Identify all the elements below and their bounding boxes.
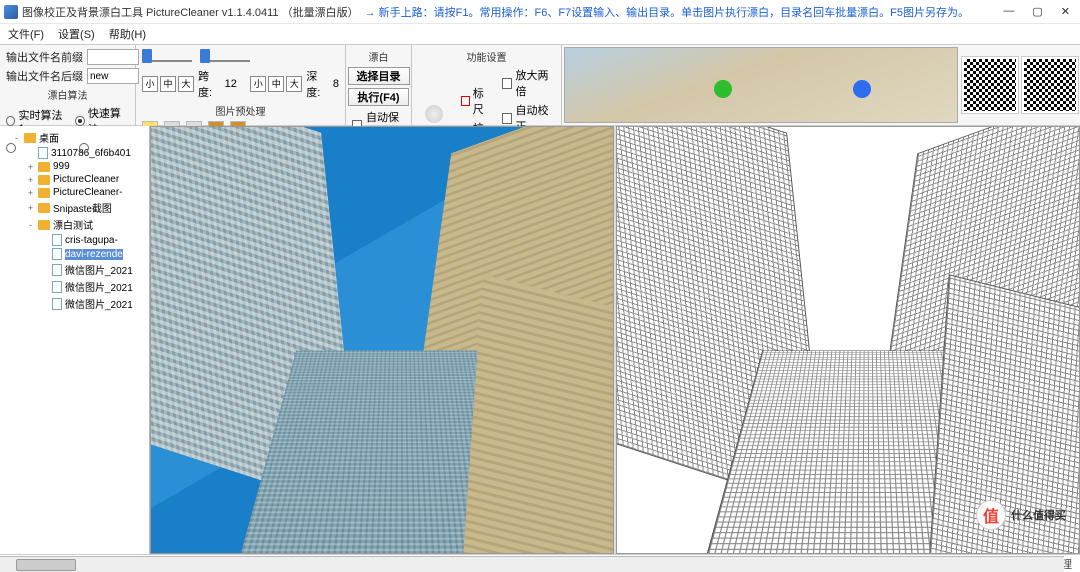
file-tree[interactable]: -桌面 3110786_6f6b401 +999 +PictureCleaner…: [0, 126, 150, 554]
tree-item-selected[interactable]: davi-rezende: [65, 249, 123, 260]
workspace: -桌面 3110786_6f6b401 +999 +PictureCleaner…: [0, 126, 1080, 554]
suffix-input[interactable]: [87, 68, 139, 84]
zoom2x-checkbox[interactable]: [502, 78, 512, 89]
qq-share-icon[interactable]: [853, 80, 871, 98]
title-bar: 图像校正及背景漂白工具 PictureCleaner v1.1.4.0411 （…: [0, 0, 1080, 24]
menu-settings[interactable]: 设置(S): [58, 26, 95, 42]
depth-size-buttons: 小 中 大: [250, 76, 302, 92]
window-controls: — ▢ ✕: [1003, 5, 1076, 18]
autocal-checkbox[interactable]: [502, 113, 512, 124]
tree-item[interactable]: 3110786_6f6b401: [51, 148, 131, 159]
menu-bar: 文件(F) 设置(S) 帮助(H): [0, 24, 1080, 44]
wechat-share-icon[interactable]: [714, 80, 732, 98]
app-icon: [4, 5, 18, 19]
bleach-panel: 漂白 选择目录 执行(F4) 自动保存: [346, 45, 412, 125]
colorlamp-icon[interactable]: [425, 105, 443, 123]
depth-small[interactable]: 小: [250, 76, 266, 92]
tree-item[interactable]: 微信图片_2021: [65, 262, 133, 277]
qr-code-1: [962, 57, 1018, 113]
minimize-button[interactable]: —: [1003, 5, 1014, 18]
close-button[interactable]: ✕: [1061, 5, 1070, 18]
preprocess-group-label: 图片预处理: [142, 103, 339, 118]
menu-file[interactable]: 文件(F): [8, 26, 44, 42]
tree-item[interactable]: 微信图片_2021: [65, 296, 133, 311]
menu-help[interactable]: 帮助(H): [109, 26, 146, 42]
tree-item[interactable]: PictureCleaner-: [53, 187, 122, 198]
suffix-label: 输出文件名后缀: [6, 68, 83, 84]
original-pane[interactable]: [150, 126, 614, 554]
ruler-icon: [461, 96, 470, 106]
ruler-label[interactable]: 标尺: [473, 85, 493, 117]
window-title: 图像校正及背景漂白工具 PictureCleaner v1.1.4.0411 （…: [22, 4, 359, 20]
span-slider[interactable]: [142, 49, 192, 65]
horizontal-scrollbar[interactable]: [0, 556, 1064, 572]
output-name-panel: 输出文件名前缀 输出文件名后缀 漂白算法 实时算法1 快速算法 实时算法2 禁用: [0, 45, 136, 125]
function-header: 功能设置: [418, 49, 555, 64]
watermark-text: 什么值得买: [1011, 507, 1066, 523]
span-small[interactable]: 小: [142, 76, 158, 92]
tree-item[interactable]: 漂白测试: [53, 217, 93, 232]
depth-slider[interactable]: [200, 49, 250, 65]
preview-thumb[interactable]: [564, 47, 958, 123]
span-value: 12: [225, 78, 237, 90]
span-mid[interactable]: 中: [160, 76, 176, 92]
select-dir-button[interactable]: 选择目录: [348, 67, 410, 85]
prefix-label: 输出文件名前缀: [6, 49, 83, 65]
tree-item[interactable]: 微信图片_2021: [65, 279, 133, 294]
maximize-button[interactable]: ▢: [1032, 5, 1042, 18]
span-label: 跨度:: [198, 68, 221, 100]
depth-value: 8: [333, 78, 339, 90]
tree-root[interactable]: 桌面: [39, 130, 59, 145]
processed-pane[interactable]: [616, 126, 1080, 554]
span-large[interactable]: 大: [178, 76, 194, 92]
algo-group-label: 漂白算法: [6, 87, 129, 102]
tree-item[interactable]: 999: [53, 161, 70, 172]
watermark-icon: 值: [976, 500, 1006, 530]
tree-item[interactable]: Snipaste截图: [53, 200, 112, 215]
depth-large[interactable]: 大: [286, 76, 302, 92]
depth-label: 深度:: [306, 68, 329, 100]
size-panel: 小 中 大 跨度:12 小 中 大 深度:8 图片预处理 预处理仅在加载图片时生…: [136, 45, 346, 125]
run-button[interactable]: 执行(F4): [348, 88, 408, 106]
depth-mid[interactable]: 中: [268, 76, 284, 92]
thumbnail-strip: [562, 45, 1080, 125]
span-size-buttons: 小 中 大: [142, 76, 194, 92]
bleach-group-label: 漂白: [369, 49, 389, 64]
tree-item[interactable]: cris-tagupa-: [65, 235, 118, 246]
qr-code-2: [1022, 57, 1078, 113]
function-panel: 功能设置 色彩灯 不要彩色 标尺 校正 裁边 放大两倍 自动校正 四角检测 裁边…: [412, 45, 562, 125]
watermark: 值 什么值得买: [976, 500, 1066, 530]
startup-hint: → 新手上路：请按F1。常用操作：F6、F7设置输入、输出目录。单击图片执行漂白…: [365, 4, 969, 20]
toolbar: 输出文件名前缀 输出文件名后缀 漂白算法 实时算法1 快速算法 实时算法2 禁用…: [0, 44, 1080, 126]
tree-item[interactable]: PictureCleaner: [53, 174, 119, 185]
image-viewer: 值 什么值得买: [150, 126, 1080, 554]
prefix-input[interactable]: [87, 49, 139, 65]
